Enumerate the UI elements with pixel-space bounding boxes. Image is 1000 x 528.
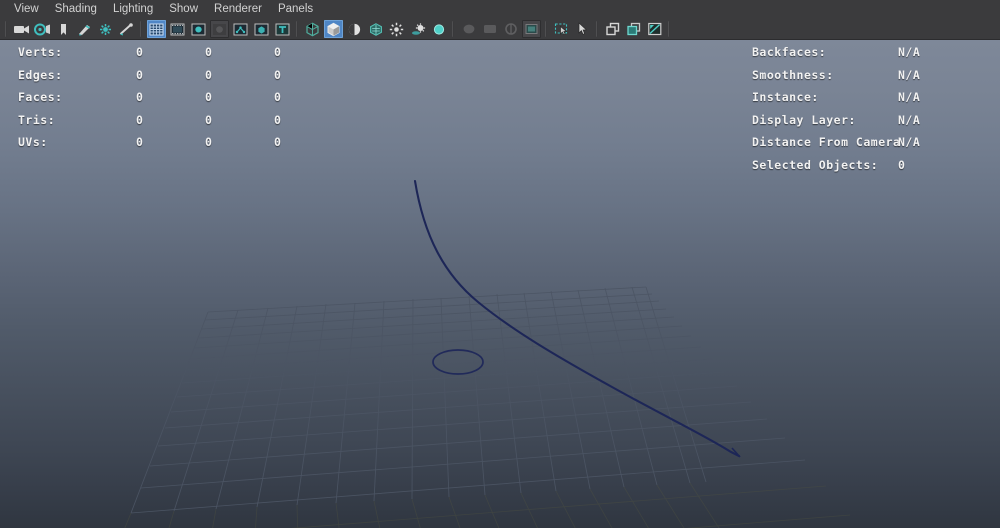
- menu-show[interactable]: Show: [161, 0, 206, 19]
- viewport-fx-icon[interactable]: [522, 20, 541, 38]
- hud-value-selected-objects: 0: [898, 154, 905, 177]
- toolbar-separator: [139, 20, 144, 38]
- hud-label-instance: Instance:: [752, 86, 819, 109]
- textured-icon[interactable]: [366, 20, 385, 38]
- xray-icon[interactable]: [252, 20, 271, 38]
- depth-of-field-icon[interactable]: [501, 20, 520, 38]
- hud-label-verts: Verts:: [18, 41, 136, 64]
- shade-hardware-icon[interactable]: [345, 20, 364, 38]
- hud-faces-col-3: 0: [274, 86, 343, 109]
- hud-label-faces: Faces:: [18, 86, 136, 109]
- hud-label-tris: Tris:: [18, 109, 136, 132]
- hud-row-verts: Verts: 0 0 0: [18, 41, 343, 64]
- toolbar-separator: [544, 20, 549, 38]
- hud-uvs-col-2: 0: [205, 131, 274, 154]
- menu-view[interactable]: View: [6, 0, 47, 19]
- toolbar-separator: [451, 20, 456, 38]
- xray-joints-icon[interactable]: [231, 20, 250, 38]
- menu-shading[interactable]: Shading: [47, 0, 105, 19]
- film-gate-icon[interactable]: [168, 20, 187, 38]
- xray-active-components-icon[interactable]: [624, 20, 643, 38]
- ground-grid: [131, 287, 805, 513]
- hud-label-uvs: UVs:: [18, 131, 136, 154]
- hud-row-edges: Edges: 0 0 0: [18, 64, 343, 87]
- toolbar-separator: [295, 20, 300, 38]
- hud-uvs-col-3: 0: [274, 131, 343, 154]
- hud-label-edges: Edges:: [18, 64, 136, 87]
- hud-value-instance: N/A: [898, 86, 920, 109]
- resolution-gate-display-icon[interactable]: [189, 20, 208, 38]
- hud-poly-count: Verts: 0 0 0 Edges: 0 0 0 Faces: 0 0 0 T…: [18, 41, 343, 154]
- menu-panels[interactable]: Panels: [270, 0, 321, 19]
- hud-row-faces: Faces: 0 0 0: [18, 86, 343, 109]
- hud-label-display-layer: Display Layer:: [752, 109, 856, 132]
- isolate-select-icon[interactable]: [552, 20, 571, 38]
- viewport-toolbar: [0, 19, 1000, 40]
- selection-arrow-icon[interactable]: [573, 20, 592, 38]
- camera-icon[interactable]: [12, 20, 31, 38]
- nurbs-circle[interactable]: [433, 350, 483, 374]
- wireframe-shading-icon[interactable]: [303, 20, 322, 38]
- gate-mask-icon[interactable]: [210, 20, 229, 38]
- hud-verts-col-3: 0: [274, 41, 343, 64]
- hud-faces-col-2: 0: [205, 86, 274, 109]
- menu-bar: View Shading Lighting Show Renderer Pane…: [0, 0, 1000, 19]
- hud-row-tris: Tris: 0 0 0: [18, 109, 343, 132]
- resolution-gate-icon[interactable]: [117, 20, 136, 38]
- hud-tris-col-3: 0: [274, 109, 343, 132]
- hud-value-distance-from-camera: N/A: [898, 131, 920, 154]
- text-overlay-icon[interactable]: [273, 20, 292, 38]
- hud-edges-col-2: 0: [205, 64, 274, 87]
- use-all-lights-icon[interactable]: [387, 20, 406, 38]
- hud-verts-col-2: 0: [205, 41, 274, 64]
- multisample-icon[interactable]: [480, 20, 499, 38]
- shadows-icon[interactable]: [408, 20, 427, 38]
- hud-tris-col-1: 0: [136, 109, 205, 132]
- hud-uvs-col-1: 0: [136, 131, 205, 154]
- screen-space-ao-icon[interactable]: [429, 20, 448, 38]
- hud-edges-col-1: 0: [136, 64, 205, 87]
- toolbar-separator: [4, 20, 9, 38]
- smooth-shade-all-icon[interactable]: [324, 20, 343, 38]
- hud-value-backfaces: N/A: [898, 41, 920, 64]
- grease-pencil-icon[interactable]: [75, 20, 94, 38]
- hud-row-uvs: UVs: 0 0 0: [18, 131, 343, 154]
- grid-toggle-icon[interactable]: [147, 20, 166, 38]
- menu-lighting[interactable]: Lighting: [105, 0, 161, 19]
- exposure-icon[interactable]: [645, 20, 664, 38]
- hud-label-selected-objects: Selected Objects:: [752, 154, 878, 177]
- hud-faces-col-1: 0: [136, 86, 205, 109]
- hud-label-smoothness: Smoothness:: [752, 64, 834, 87]
- hud-edges-col-3: 0: [274, 64, 343, 87]
- hud-value-display-layer: N/A: [898, 109, 920, 132]
- motion-blur-icon[interactable]: [459, 20, 478, 38]
- hud-label-distance-from-camera: Distance From Camera: [752, 131, 900, 154]
- hud-verts-col-1: 0: [136, 41, 205, 64]
- bookmark-icon[interactable]: [54, 20, 73, 38]
- toolbar-separator: [595, 20, 600, 38]
- hud-label-backfaces: Backfaces:: [752, 41, 826, 64]
- menu-renderer[interactable]: Renderer: [206, 0, 270, 19]
- camera-settings-icon[interactable]: [33, 20, 52, 38]
- ipr-icon[interactable]: [96, 20, 115, 38]
- toolbar-separator: [667, 20, 672, 38]
- maya-viewport-window: View Shading Lighting Show Renderer Pane…: [0, 0, 1000, 528]
- hud-poly-count-table: Verts: 0 0 0 Edges: 0 0 0 Faces: 0 0 0 T…: [18, 41, 343, 154]
- hud-tris-col-2: 0: [205, 109, 274, 132]
- snap-toggle-icon[interactable]: [603, 20, 622, 38]
- hud-value-smoothness: N/A: [898, 64, 920, 87]
